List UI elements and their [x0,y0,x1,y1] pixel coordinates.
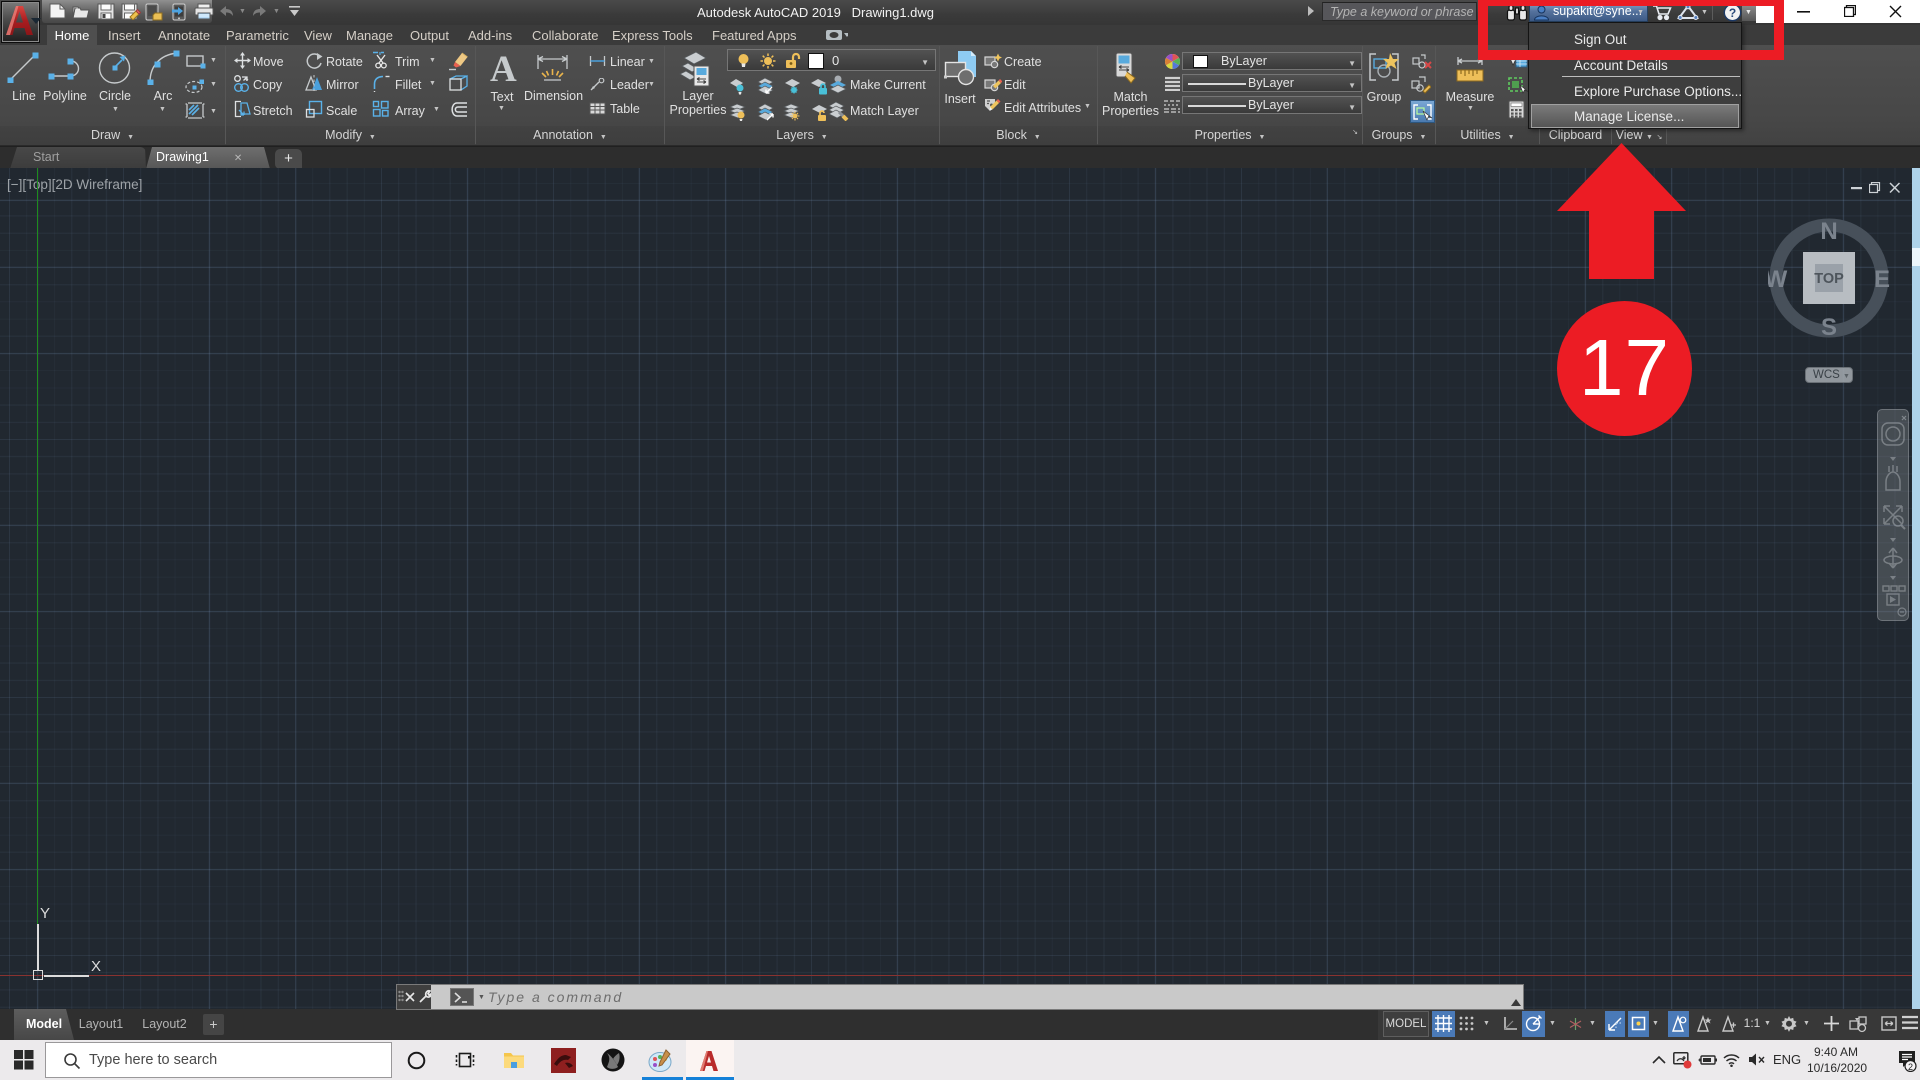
svg-text:N: N [1820,218,1837,245]
svg-text:TOP: TOP [1814,271,1844,287]
svg-text:S: S [1821,314,1837,341]
svg-text:2: 2 [1908,1062,1913,1072]
svg-text:E: E [1874,266,1890,293]
svg-text:W: W [1768,266,1788,293]
